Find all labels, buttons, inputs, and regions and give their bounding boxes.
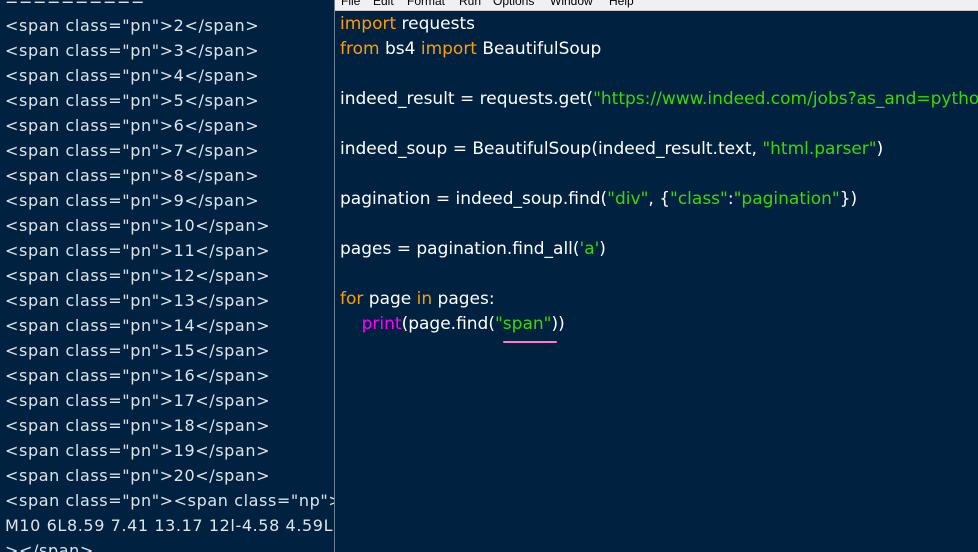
code-line: for page in pages: [340, 287, 495, 312]
string-literal: "span" [494, 314, 552, 334]
shell-output-line: <span class="pn">18</span> [5, 416, 271, 435]
string-literal: "pagination" [733, 189, 840, 209]
menu-format[interactable]: Format [407, 0, 445, 10]
shell-output-line: <span class="pn">9</span> [5, 191, 260, 210]
code-text: ) [876, 139, 884, 159]
keyword: import [420, 39, 477, 59]
code-text: bs4 [379, 39, 421, 59]
code-text: page [363, 289, 417, 309]
menu-options[interactable]: Options [493, 0, 534, 10]
code-line: from bs4 import BeautifulSoup [340, 37, 601, 62]
shell-output-line: <span class="pn">15</span> [5, 341, 271, 360]
menu-help[interactable]: Help [609, 0, 634, 10]
shell-output-line: <span class="pn">10</span> [5, 216, 271, 235]
string-literal: 'a' [579, 239, 600, 259]
code-text: indeed_soup = BeautifulSoup(indeed_resul… [340, 139, 763, 159]
shell-output-line: <span class="pn">6</span> [5, 116, 260, 135]
shell-output-line: <span class="pn">11</span> [5, 241, 271, 260]
shell-output-line: <span class="pn">8</span> [5, 166, 260, 185]
code-text: pages = pagination.find_all( [340, 239, 580, 259]
menu-run[interactable]: Run [459, 0, 481, 10]
shell-output-line: <span class="pn">5</span> [5, 91, 260, 110]
shell-output-line: ></span> [5, 541, 94, 552]
code-text: )) [551, 314, 565, 334]
keyword: for [340, 289, 364, 309]
editor-window[interactable]: File Edit Format Run Options Window Help… [335, 0, 978, 552]
shell-output-line: <span class="pn">20</span> [5, 466, 271, 485]
code-text: indeed_result = requests.get( [340, 89, 594, 109]
keyword: in [416, 289, 433, 309]
builtin-function: print [361, 314, 402, 334]
code-text: pagination = indeed_soup.find( [340, 189, 608, 209]
code-text: , { [648, 189, 671, 209]
shell-output-line: ========== [5, 0, 146, 10]
code-text: BeautifulSoup [476, 39, 602, 59]
shell-output-line: <span class="pn"><span class="np"> [5, 491, 334, 510]
shell-output-line: <span class="pn">4</span> [5, 66, 260, 85]
code-line: print(page.find("span")) [340, 312, 565, 337]
keyword: import [340, 14, 397, 34]
shell-output-line: <span class="pn">12</span> [5, 266, 271, 285]
string-literal: "https://www.indeed.com/jobs?as_and=pyth… [593, 89, 978, 109]
menu-window[interactable]: Window [550, 0, 593, 10]
shell-output-line: <span class="pn">16</span> [5, 366, 271, 385]
shell-output-line: <span class="pn">2</span> [5, 16, 260, 35]
shell-output-pane[interactable]: ========== <span class="pn">2</span> <span… [0, 0, 334, 552]
shell-output-line: <span class="pn">3</span> [5, 41, 260, 60]
code-line: pagination = indeed_soup.find("div", {"c… [340, 187, 857, 212]
shell-output-line: <span class="pn">17</span> [5, 391, 271, 410]
code-line: indeed_result = requests.get("https://ww… [340, 87, 978, 112]
shell-output-line: M10 6L8.59 7.41 13.17 12l-4.58 4.59L10 [5, 516, 334, 535]
code-text: requests [396, 14, 476, 34]
code-text: }) [839, 189, 858, 209]
menu-bar: File Edit Format Run Options Window Help [335, 0, 978, 11]
menu-edit[interactable]: Edit [373, 0, 394, 10]
string-literal: "div" [607, 189, 649, 209]
shell-output-line: <span class="pn">14</span> [5, 316, 271, 335]
menu-file[interactable]: File [341, 0, 360, 10]
string-literal: "html.parser" [762, 139, 877, 159]
keyword: from [340, 39, 380, 59]
code-line: indeed_soup = BeautifulSoup(indeed_resul… [340, 137, 883, 162]
code-text: (page.find( [401, 314, 495, 334]
code-line: import requests [340, 12, 475, 37]
shell-output-line: <span class="pn">19</span> [5, 441, 271, 460]
code-line: pages = pagination.find_all('a') [340, 237, 606, 262]
code-text: pages: [432, 289, 495, 309]
code-text: ) [599, 239, 606, 259]
shell-output-line: <span class="pn">7</span> [5, 141, 260, 160]
string-literal: "class" [670, 189, 728, 209]
highlight-underline [503, 341, 557, 343]
shell-output-line: <span class="pn">13</span> [5, 291, 271, 310]
